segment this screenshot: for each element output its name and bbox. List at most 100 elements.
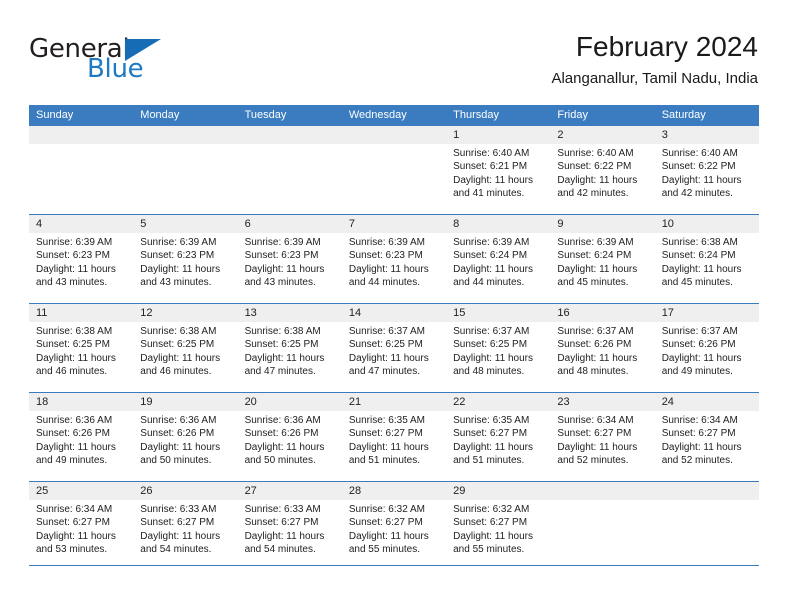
day-details: Sunrise: 6:33 AM Sunset: 6:27 PM Dayligh… bbox=[133, 500, 237, 557]
day-cell[interactable]: 21 Sunrise: 6:35 AM Sunset: 6:27 PM Dayl… bbox=[341, 393, 447, 481]
sunrise-text: Sunrise: 6:33 AM bbox=[140, 504, 217, 515]
day-cell[interactable]: 16 Sunrise: 6:37 AM Sunset: 6:26 PM Dayl… bbox=[550, 304, 655, 392]
day-cell[interactable]: 14 Sunrise: 6:37 AM Sunset: 6:25 PM Dayl… bbox=[341, 304, 447, 392]
day-number: 22 bbox=[446, 393, 551, 411]
daylight-text-line2: and 47 minutes. bbox=[244, 366, 316, 378]
sunset-text: Sunset: 6:26 PM bbox=[36, 428, 110, 440]
daylight-text-line1: Daylight: 11 hours bbox=[661, 174, 742, 186]
sunset-text: Sunset: 6:24 PM bbox=[453, 250, 528, 262]
day-cell[interactable]: 25 Sunrise: 6:34 AM Sunset: 6:27 PM Dayl… bbox=[29, 482, 134, 570]
day-details: Sunrise: 6:39 AM Sunset: 6:23 PM Dayligh… bbox=[133, 233, 237, 290]
daylight-text-line1: Daylight: 11 hours bbox=[36, 441, 116, 453]
day-cell[interactable]: 19 Sunrise: 6:36 AM Sunset: 6:26 PM Dayl… bbox=[133, 393, 238, 481]
day-cell[interactable]: 27 Sunrise: 6:33 AM Sunset: 6:27 PM Dayl… bbox=[237, 482, 342, 570]
day-cell[interactable]: 8 Sunrise: 6:39 AM Sunset: 6:24 PM Dayli… bbox=[446, 215, 551, 303]
day-cell bbox=[550, 482, 655, 570]
sunset-text: Sunset: 6:22 PM bbox=[557, 161, 632, 173]
day-cell[interactable]: 22 Sunrise: 6:35 AM Sunset: 6:27 PM Dayl… bbox=[446, 393, 551, 481]
week-row: 1 Sunrise: 6:40 AM Sunset: 6:21 PM Dayli… bbox=[29, 125, 759, 214]
day-details: Sunrise: 6:37 AM Sunset: 6:25 PM Dayligh… bbox=[342, 322, 446, 379]
day-number: 5 bbox=[133, 215, 238, 233]
sunset-text: Sunset: 6:25 PM bbox=[453, 339, 528, 351]
daylight-text-line2: and 54 minutes. bbox=[140, 544, 212, 556]
day-number: 23 bbox=[550, 393, 655, 411]
day-number: 25 bbox=[29, 482, 134, 500]
sunset-text: Sunset: 6:23 PM bbox=[140, 250, 215, 262]
daylight-text-line1: Daylight: 11 hours bbox=[348, 263, 429, 275]
sunset-text: Sunset: 6:26 PM bbox=[661, 339, 736, 351]
daylight-text-line2: and 44 minutes. bbox=[348, 277, 421, 289]
sunrise-text: Sunrise: 6:40 AM bbox=[557, 148, 634, 159]
daylight-text-line1: Daylight: 11 hours bbox=[453, 441, 533, 453]
sunrise-text: Sunrise: 6:37 AM bbox=[557, 326, 634, 337]
sunrise-text: Sunrise: 6:32 AM bbox=[348, 504, 425, 515]
daylight-text-line2: and 50 minutes. bbox=[140, 455, 212, 467]
daylight-text-line1: Daylight: 11 hours bbox=[348, 441, 429, 453]
day-cell[interactable]: 11 Sunrise: 6:38 AM Sunset: 6:25 PM Dayl… bbox=[29, 304, 134, 392]
day-cell[interactable]: 20 Sunrise: 6:36 AM Sunset: 6:26 PM Dayl… bbox=[237, 393, 342, 481]
sunset-text: Sunset: 6:23 PM bbox=[36, 250, 110, 262]
day-cell[interactable]: 29 Sunrise: 6:32 AM Sunset: 6:27 PM Dayl… bbox=[446, 482, 551, 570]
day-number: 18 bbox=[29, 393, 134, 411]
sunset-text: Sunset: 6:24 PM bbox=[557, 250, 632, 262]
sunrise-text: Sunrise: 6:36 AM bbox=[244, 415, 321, 426]
daylight-text-line1: Daylight: 11 hours bbox=[36, 530, 116, 542]
day-details: Sunrise: 6:34 AM Sunset: 6:27 PM Dayligh… bbox=[550, 411, 654, 468]
day-cell[interactable]: 23 Sunrise: 6:34 AM Sunset: 6:27 PM Dayl… bbox=[550, 393, 655, 481]
daylight-text-line1: Daylight: 11 hours bbox=[661, 263, 742, 275]
sunrise-text: Sunrise: 6:34 AM bbox=[36, 504, 113, 515]
day-details: Sunrise: 6:39 AM Sunset: 6:23 PM Dayligh… bbox=[238, 233, 342, 290]
daylight-text-line1: Daylight: 11 hours bbox=[557, 441, 638, 453]
daylight-text-line1: Daylight: 11 hours bbox=[453, 263, 533, 275]
sunrise-text: Sunrise: 6:32 AM bbox=[453, 504, 530, 515]
day-cell[interactable]: 15 Sunrise: 6:37 AM Sunset: 6:25 PM Dayl… bbox=[446, 304, 551, 392]
daylight-text-line1: Daylight: 11 hours bbox=[140, 530, 221, 542]
sunset-text: Sunset: 6:27 PM bbox=[453, 517, 528, 529]
day-details bbox=[29, 144, 133, 147]
day-cell[interactable]: 3 Sunrise: 6:40 AM Sunset: 6:22 PM Dayli… bbox=[654, 126, 759, 214]
day-number: 2 bbox=[550, 126, 655, 144]
daylight-text-line2: and 49 minutes. bbox=[36, 455, 108, 467]
day-cell[interactable]: 4 Sunrise: 6:39 AM Sunset: 6:23 PM Dayli… bbox=[29, 215, 134, 303]
day-number bbox=[237, 126, 342, 144]
day-cell[interactable]: 26 Sunrise: 6:33 AM Sunset: 6:27 PM Dayl… bbox=[133, 482, 238, 570]
daylight-text-line2: and 48 minutes. bbox=[453, 366, 525, 378]
day-cell[interactable]: 1 Sunrise: 6:40 AM Sunset: 6:21 PM Dayli… bbox=[446, 126, 551, 214]
sunset-text: Sunset: 6:27 PM bbox=[453, 428, 528, 440]
day-cell[interactable]: 7 Sunrise: 6:39 AM Sunset: 6:23 PM Dayli… bbox=[341, 215, 447, 303]
daylight-text-line1: Daylight: 11 hours bbox=[557, 352, 638, 364]
day-details: Sunrise: 6:34 AM Sunset: 6:27 PM Dayligh… bbox=[655, 411, 759, 468]
day-details: Sunrise: 6:37 AM Sunset: 6:26 PM Dayligh… bbox=[550, 322, 654, 379]
day-cell[interactable]: 2 Sunrise: 6:40 AM Sunset: 6:22 PM Dayli… bbox=[550, 126, 655, 214]
day-details: Sunrise: 6:36 AM Sunset: 6:26 PM Dayligh… bbox=[133, 411, 237, 468]
sunrise-text: Sunrise: 6:39 AM bbox=[348, 237, 425, 248]
day-details bbox=[238, 144, 342, 147]
day-number: 10 bbox=[654, 215, 759, 233]
day-number: 4 bbox=[29, 215, 134, 233]
day-cell[interactable]: 17 Sunrise: 6:37 AM Sunset: 6:26 PM Dayl… bbox=[654, 304, 759, 392]
day-details: Sunrise: 6:38 AM Sunset: 6:25 PM Dayligh… bbox=[133, 322, 237, 379]
sunrise-text: Sunrise: 6:33 AM bbox=[244, 504, 321, 515]
day-cell[interactable]: 24 Sunrise: 6:34 AM Sunset: 6:27 PM Dayl… bbox=[654, 393, 759, 481]
day-cell[interactable]: 28 Sunrise: 6:32 AM Sunset: 6:27 PM Dayl… bbox=[341, 482, 447, 570]
daylight-text-line2: and 46 minutes. bbox=[36, 366, 108, 378]
sunrise-text: Sunrise: 6:36 AM bbox=[36, 415, 113, 426]
day-cell[interactable]: 12 Sunrise: 6:38 AM Sunset: 6:25 PM Dayl… bbox=[133, 304, 238, 392]
day-details: Sunrise: 6:37 AM Sunset: 6:25 PM Dayligh… bbox=[446, 322, 550, 379]
sunrise-text: Sunrise: 6:39 AM bbox=[453, 237, 530, 248]
daylight-text-line2: and 52 minutes. bbox=[661, 455, 733, 467]
day-details: Sunrise: 6:33 AM Sunset: 6:27 PM Dayligh… bbox=[238, 500, 342, 557]
day-number: 29 bbox=[446, 482, 551, 500]
day-cell[interactable]: 9 Sunrise: 6:39 AM Sunset: 6:24 PM Dayli… bbox=[550, 215, 655, 303]
daylight-text-line1: Daylight: 11 hours bbox=[244, 352, 325, 364]
daylight-text-line2: and 46 minutes. bbox=[140, 366, 212, 378]
day-cell[interactable]: 5 Sunrise: 6:39 AM Sunset: 6:23 PM Dayli… bbox=[133, 215, 238, 303]
calendar-page: General Blue February 2024 Alanganallur,… bbox=[0, 0, 792, 612]
day-cell[interactable]: 6 Sunrise: 6:39 AM Sunset: 6:23 PM Dayli… bbox=[237, 215, 342, 303]
day-cell[interactable]: 18 Sunrise: 6:36 AM Sunset: 6:26 PM Dayl… bbox=[29, 393, 134, 481]
daylight-text-line1: Daylight: 11 hours bbox=[140, 441, 221, 453]
day-cell[interactable]: 13 Sunrise: 6:38 AM Sunset: 6:25 PM Dayl… bbox=[237, 304, 342, 392]
day-cell[interactable]: 10 Sunrise: 6:38 AM Sunset: 6:24 PM Dayl… bbox=[654, 215, 759, 303]
day-number: 14 bbox=[341, 304, 447, 322]
weekday-header-friday: Friday bbox=[557, 109, 588, 121]
